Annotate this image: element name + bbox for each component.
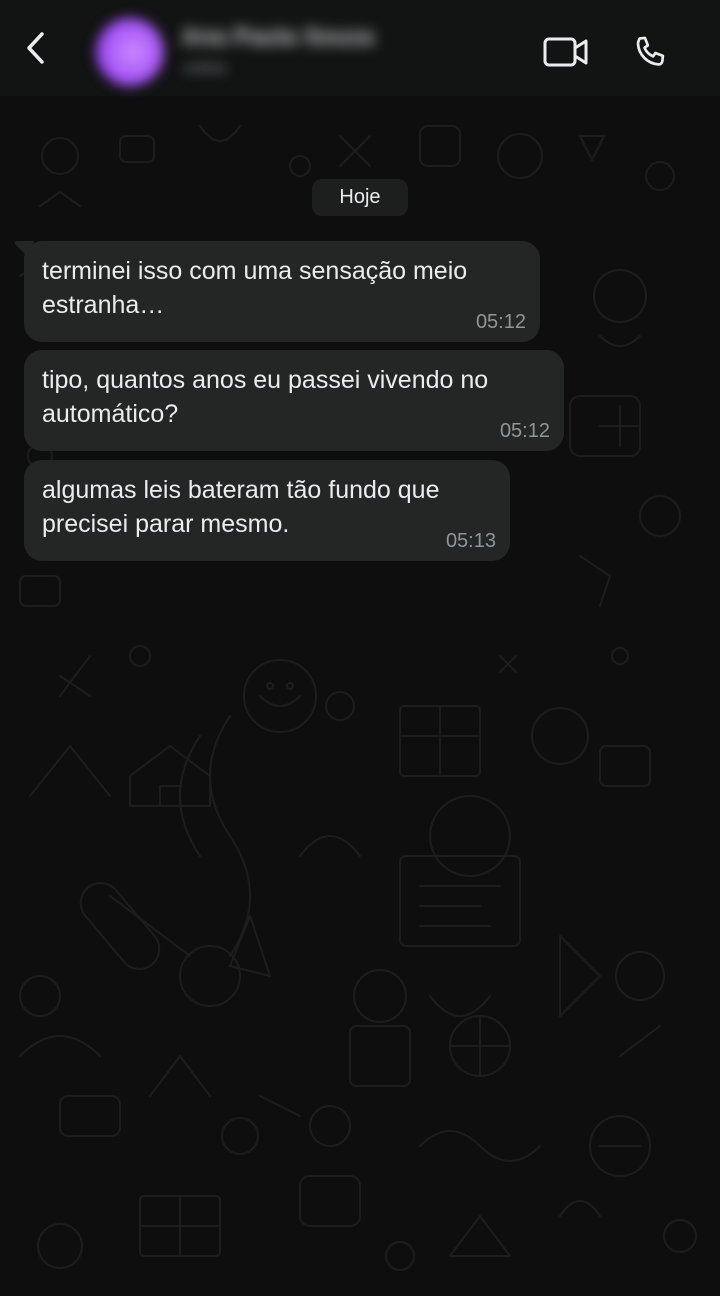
message-bubble[interactable]: tipo, quantos anos eu passei vivendo no … <box>24 350 564 451</box>
message-bubble[interactable]: terminei isso com uma sensação meio estr… <box>24 241 540 342</box>
contact-name[interactable]: Ana Paula Souza <box>182 24 374 50</box>
message-text: tipo, quantos anos eu passei vivendo no … <box>42 366 489 428</box>
video-call-button[interactable] <box>540 32 592 72</box>
back-button[interactable] <box>18 28 54 68</box>
chat-header: Ana Paula Souza online <box>0 0 720 96</box>
message-text: terminei isso com uma sensação meio estr… <box>42 257 468 319</box>
contact-status: online <box>184 60 227 77</box>
message-timestamp: 05:12 <box>475 311 526 333</box>
message-bubble[interactable]: algumas leis bateram tão fundo que preci… <box>24 460 510 561</box>
voice-call-button[interactable] <box>628 30 674 76</box>
message-timestamp: 05:13 <box>445 530 496 552</box>
date-separator: Hoje <box>312 179 408 216</box>
message-text: algumas leis bateram tão fundo que preci… <box>42 476 440 538</box>
video-camera-icon <box>543 37 588 67</box>
message-timestamp: 05:12 <box>499 420 550 442</box>
phone-icon <box>636 36 665 66</box>
chevron-left-icon <box>27 32 44 64</box>
chat-screen: Ana Paula Souza online Hoje terminei iss… <box>0 0 720 1296</box>
contact-avatar[interactable] <box>96 18 164 86</box>
